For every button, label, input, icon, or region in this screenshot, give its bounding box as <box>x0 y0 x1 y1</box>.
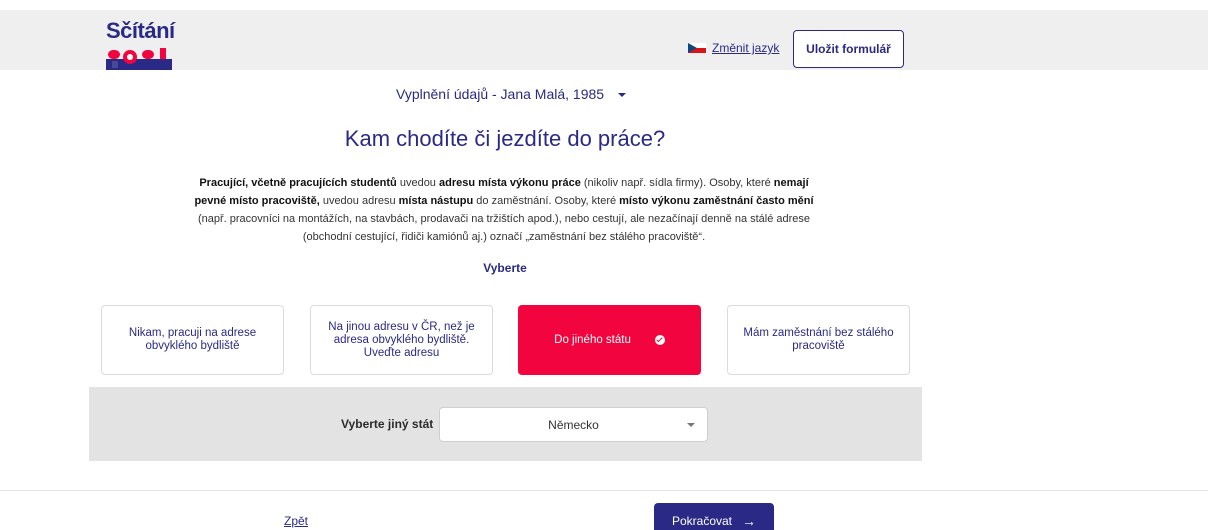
czech-flag-icon <box>688 43 706 53</box>
option-no-fixed-workplace[interactable]: Mám zaměstnání bez stálého pracoviště <box>727 305 910 375</box>
logo-text: Sčítání <box>106 18 175 43</box>
desc-part: uvedou <box>396 177 439 189</box>
country-select-value: Německo <box>548 417 599 432</box>
language-switch[interactable]: Změnit jazyk <box>688 41 779 55</box>
person-select-label: Vyplnění údajů - Jana Malá, 1985 <box>396 86 605 102</box>
option-label: Nikam, pracuji na adrese obvyklého bydli… <box>128 327 257 352</box>
check-circle-icon <box>654 335 665 345</box>
desc-part: do zaměstnání. Osoby, které <box>473 195 620 207</box>
desc-part: adresu místa výkonu práce <box>438 177 581 189</box>
option-other-country[interactable]: Do jiného státu <box>518 305 701 375</box>
back-link[interactable]: Zpět <box>284 514 308 528</box>
change-language-link[interactable]: Změnit jazyk <box>712 41 779 55</box>
desc-part: uvedou adresu <box>319 195 399 207</box>
question-title: Kam chodíte či jezdíte do práce? <box>344 126 666 151</box>
continue-button[interactable]: Pokračovat → <box>654 503 774 530</box>
desc-part: (např. pracovníci na montážích, na stavb… <box>197 213 811 243</box>
chevron-down-icon <box>687 423 695 427</box>
option-label: Mám zaměstnání bez stálého pracoviště <box>743 327 894 352</box>
scitani-logo: Sčítání <box>106 18 175 70</box>
desc-part: místa nástupu <box>398 195 474 207</box>
country-select[interactable]: Německo <box>439 407 708 442</box>
logo-year-graphic <box>106 48 172 70</box>
option-label: Do jiného státu <box>554 333 631 346</box>
header-bar: Sčítání Změnit jazyk Uložit formulář <box>0 10 1208 70</box>
question-description: Pracující, včetně pracujících studentů u… <box>190 174 818 246</box>
desc-part: místo výkonu zaměstnání často mění <box>619 195 814 207</box>
save-form-button[interactable]: Uložit formulář <box>793 30 904 68</box>
country-select-label: Vyberte jiný stát <box>341 417 434 431</box>
arrow-right-icon: → <box>742 513 757 529</box>
option-label: Na jinou adresu v ČR, než je adresa obvy… <box>328 320 475 359</box>
option-nowhere[interactable]: Nikam, pracuji na adrese obvyklého bydli… <box>101 305 284 375</box>
footer-divider <box>0 490 1208 491</box>
desc-part: Pracující, včetně pracujících studentů <box>199 177 397 189</box>
desc-part: (nikoliv např. sídla firmy). Osoby, kter… <box>580 177 774 189</box>
continue-label: Pokračovat <box>671 514 733 528</box>
country-panel: Vyberte jiný stát Německo <box>89 387 922 461</box>
person-select-dropdown[interactable]: Vyplnění údajů - Jana Malá, 1985 <box>396 86 627 102</box>
caret-down-icon <box>618 93 627 97</box>
select-hint: Vyberte <box>483 261 527 275</box>
option-other-address-cz[interactable]: Na jinou adresu v ČR, než je adresa obvy… <box>310 305 493 375</box>
